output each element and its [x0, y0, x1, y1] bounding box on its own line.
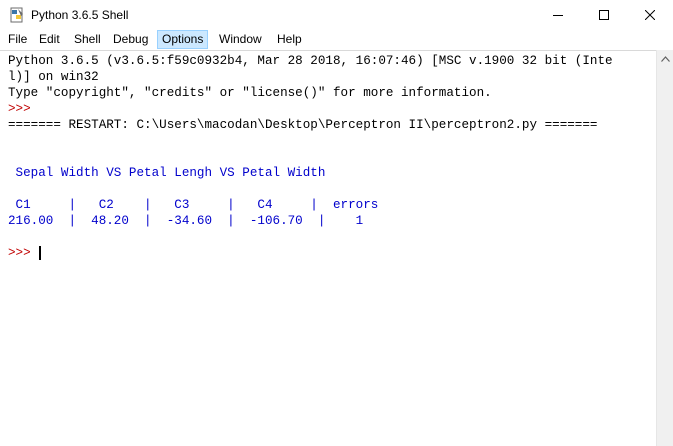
- banner-line-1: Python 3.6.5 (v3.6.5:f59c0932b4, Mar 28 …: [8, 54, 613, 68]
- maximize-icon: [599, 10, 609, 20]
- output-title: Sepal Width VS Petal Lengh VS Petal Widt…: [8, 166, 326, 180]
- python-idle-icon: [10, 7, 23, 23]
- menu-help[interactable]: Help: [273, 30, 306, 49]
- menu-window[interactable]: Window: [215, 30, 266, 49]
- minimize-icon: [553, 15, 563, 16]
- table-row: 216.00 | 48.20 | -34.60 | -106.70 | 1: [8, 214, 364, 228]
- restart-line: ======= RESTART: C:\Users\macodan\Deskto…: [8, 118, 598, 132]
- window-title: Python 3.6.5 Shell: [31, 8, 129, 22]
- menu-file[interactable]: File: [4, 30, 31, 49]
- title-bar[interactable]: Python 3.6.5 Shell: [0, 0, 673, 30]
- close-button[interactable]: [627, 0, 673, 30]
- shell-prompt: >>>: [8, 102, 31, 116]
- shell-prompt-active: >>>: [8, 246, 31, 260]
- maximize-button[interactable]: [581, 0, 627, 30]
- shell-text-area[interactable]: Python 3.6.5 (v3.6.5:f59c0932b4, Mar 28 …: [0, 50, 656, 446]
- close-icon: [645, 10, 655, 20]
- menu-bar: File Edit Shell Debug Options Window Hel…: [0, 30, 673, 50]
- menu-debug[interactable]: Debug: [109, 30, 152, 49]
- minimize-button[interactable]: [535, 0, 581, 30]
- menu-shell[interactable]: Shell: [70, 30, 105, 49]
- menu-options[interactable]: Options: [157, 30, 209, 49]
- scroll-up-button[interactable]: [657, 50, 673, 67]
- table-header: C1 | C2 | C3 | C4 | errors: [8, 198, 379, 212]
- idle-shell-window: Python 3.6.5 Shell File Edit Shell Debug…: [0, 0, 673, 446]
- banner-line-3: Type "copyright", "credits" or "license(…: [8, 86, 492, 100]
- vertical-scrollbar[interactable]: [656, 50, 673, 446]
- chevron-up-icon: [660, 55, 670, 62]
- banner-line-2: l)] on win32: [8, 70, 99, 84]
- menu-edit[interactable]: Edit: [35, 30, 64, 49]
- text-cursor: [39, 246, 41, 260]
